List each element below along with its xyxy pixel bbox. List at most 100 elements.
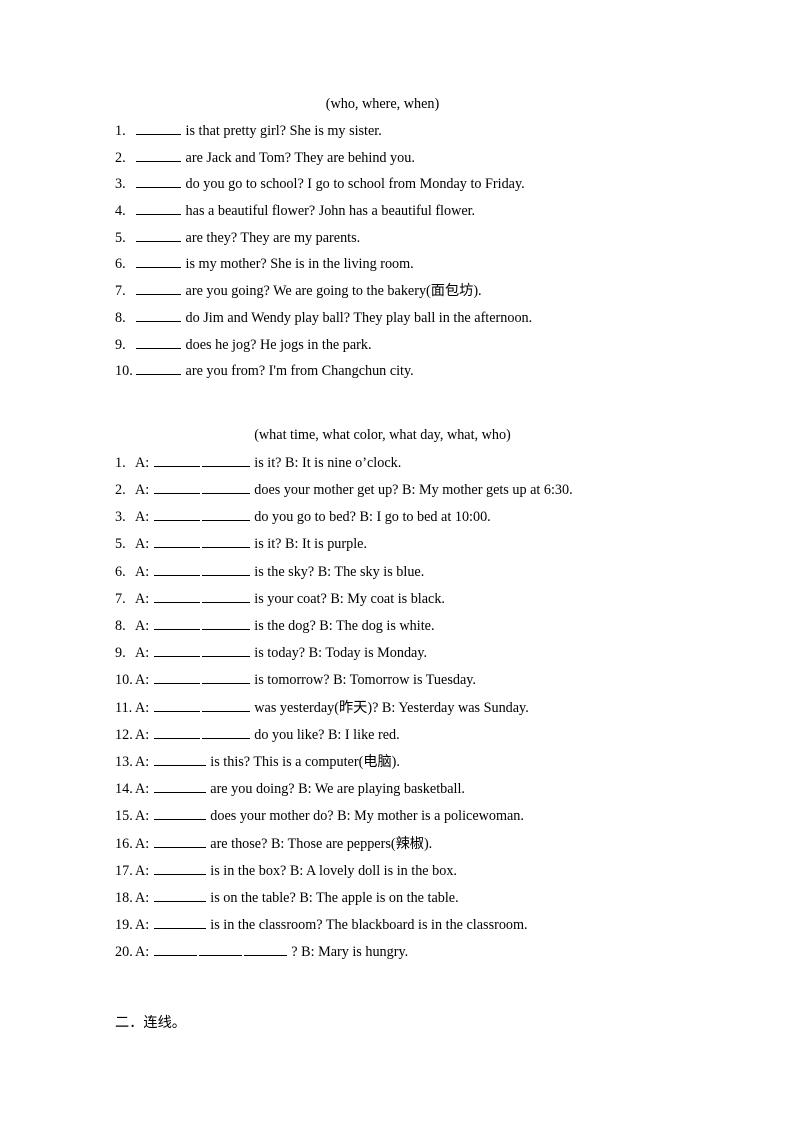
question-number: 2.	[115, 482, 126, 499]
question-item: 7. A: is your coat? B: My coat is black.	[115, 589, 698, 616]
answer-blank[interactable]	[153, 861, 206, 875]
answer-blank[interactable]	[201, 698, 250, 712]
question-text: is this? This is a computer(电脑).	[210, 753, 400, 770]
question-number: 10.	[115, 672, 133, 689]
answer-blank[interactable]	[198, 942, 242, 957]
speaker-label: A:	[135, 509, 150, 526]
question-text: is the dog? B: The dog is white.	[254, 618, 435, 634]
question-item: 10. A: is tomorrow? B: Tomorrow is Tuesda…	[115, 670, 698, 697]
answer-blank[interactable]	[243, 942, 287, 957]
question-item: 1. A: is it? B: It is nine o’clock.	[115, 453, 698, 480]
answer-blank[interactable]	[153, 562, 200, 576]
question-item: 2. are Jack and Tom? They are behind you…	[115, 148, 698, 175]
answer-blank[interactable]	[153, 806, 206, 821]
speaker-label: A:	[135, 536, 150, 553]
question-text: do you go to bed? B: I go to bed at 10:0…	[254, 509, 491, 526]
speaker-label: A:	[135, 726, 150, 743]
answer-blank[interactable]	[201, 534, 250, 549]
answer-blank[interactable]	[153, 589, 200, 603]
answer-blank[interactable]	[153, 616, 200, 630]
answer-blank[interactable]	[136, 308, 181, 322]
question-number: 19.	[115, 917, 133, 934]
question-item: 3. do you go to school? I go to school f…	[115, 174, 698, 201]
answer-blank[interactable]	[153, 888, 206, 902]
question-item: 20. A: ? B: Mary is hungry.	[115, 942, 698, 969]
question-item: 11. A: was yesterday(昨天)? B: Yesterday wa…	[115, 698, 698, 725]
question-number: 2.	[115, 149, 126, 166]
answer-blank[interactable]	[153, 915, 206, 930]
question-item: 8. do Jim and Wendy play ball? They play…	[115, 308, 698, 335]
question-number: 13.	[115, 753, 133, 770]
question-number: 20.	[115, 944, 133, 961]
question-text: does he jog? He jogs in the park.	[185, 336, 372, 353]
answer-blank[interactable]	[136, 148, 181, 162]
answer-blank[interactable]	[201, 616, 250, 630]
question-text: does your mother get up? B: My mother ge…	[254, 482, 573, 499]
answer-blank[interactable]	[153, 779, 206, 794]
question-item: 16. A: are those? B: Those are peppers(辣椒…	[115, 834, 698, 861]
answer-blank[interactable]	[136, 201, 181, 216]
footer-spacer	[115, 969, 698, 1013]
question-item: 10. are you from? I'm from Changchun cit…	[115, 361, 698, 388]
question-text: ? B: Mary is hungry.	[291, 944, 409, 961]
answer-blank[interactable]	[201, 453, 250, 467]
question-item: 14. A: are you doing? B: We are playing b…	[115, 779, 698, 806]
question-number: 3.	[115, 509, 126, 526]
answer-blank[interactable]	[153, 942, 197, 957]
question-number: 14.	[115, 781, 133, 798]
question-text: was yesterday(昨天)? B: Yesterday was Sund…	[254, 699, 529, 716]
answer-blank[interactable]	[201, 562, 250, 576]
question-number: 3.	[115, 176, 126, 193]
answer-blank[interactable]	[136, 174, 181, 189]
question-item: 4. has a beautiful flower? John has a be…	[115, 201, 698, 228]
question-text: is the sky? B: The sky is blue.	[254, 563, 425, 580]
question-text: do you like? B: I like red.	[254, 726, 400, 743]
answer-blank[interactable]	[153, 698, 200, 712]
answer-blank[interactable]	[136, 228, 181, 242]
question-text: are you from? I'm from Changchun city.	[185, 363, 414, 380]
question-item: 1. is that pretty girl? She is my sister…	[115, 121, 698, 148]
answer-blank[interactable]	[153, 670, 200, 685]
question-number: 5.	[115, 536, 126, 553]
answer-blank[interactable]	[201, 480, 250, 495]
question-item: 5. are they? They are my parents.	[115, 228, 698, 255]
answer-blank[interactable]	[201, 589, 250, 603]
answer-blank[interactable]	[153, 480, 200, 495]
answer-blank[interactable]	[153, 507, 200, 522]
answer-blank[interactable]	[153, 834, 206, 848]
question-text: is it? B: It is purple.	[254, 536, 367, 553]
answer-blank[interactable]	[136, 281, 181, 296]
answer-blank[interactable]	[201, 507, 250, 522]
answer-blank[interactable]	[201, 643, 250, 658]
question-number: 9.	[115, 645, 126, 662]
answer-blank[interactable]	[201, 670, 250, 685]
question-number: 8.	[115, 309, 126, 326]
answer-blank[interactable]	[136, 361, 181, 376]
speaker-label: A:	[135, 835, 150, 852]
speaker-label: A:	[135, 645, 150, 662]
question-number: 9.	[115, 336, 126, 353]
question-item: 15. A: does your mother do? B: My mother …	[115, 806, 698, 833]
question-item: 3. A: do you go to bed? B: I go to bed at…	[115, 507, 698, 534]
exercise-two-heading: 二．连线。	[115, 1015, 186, 1032]
question-text: do you go to school? I go to school from…	[185, 176, 525, 193]
answer-blank[interactable]	[153, 725, 200, 739]
answer-blank[interactable]	[153, 643, 200, 658]
answer-blank[interactable]	[136, 335, 181, 349]
question-item: 13. A: is this? This is a computer(电脑).	[115, 752, 698, 779]
speaker-label: A:	[135, 699, 150, 716]
question-text: do Jim and Wendy play ball? They play ba…	[185, 309, 533, 326]
section-two-question-list: 1. A: is it? B: It is nine o’clock. 2. A: d…	[115, 453, 698, 970]
answer-blank[interactable]	[201, 725, 250, 739]
question-item: 6. A: is the sky? B: The sky is blue.	[115, 562, 698, 589]
answer-blank[interactable]	[153, 534, 200, 549]
question-number: 6.	[115, 563, 126, 580]
question-text: is tomorrow? B: Tomorrow is Tuesday.	[254, 672, 476, 689]
answer-blank[interactable]	[136, 254, 181, 269]
question-number: 12.	[115, 726, 133, 743]
answer-blank[interactable]	[153, 453, 200, 467]
question-item: 12. A: do you like? B: I like red.	[115, 725, 698, 752]
answer-blank[interactable]	[136, 121, 181, 135]
question-number: 8.	[115, 618, 126, 634]
answer-blank[interactable]	[153, 752, 206, 766]
